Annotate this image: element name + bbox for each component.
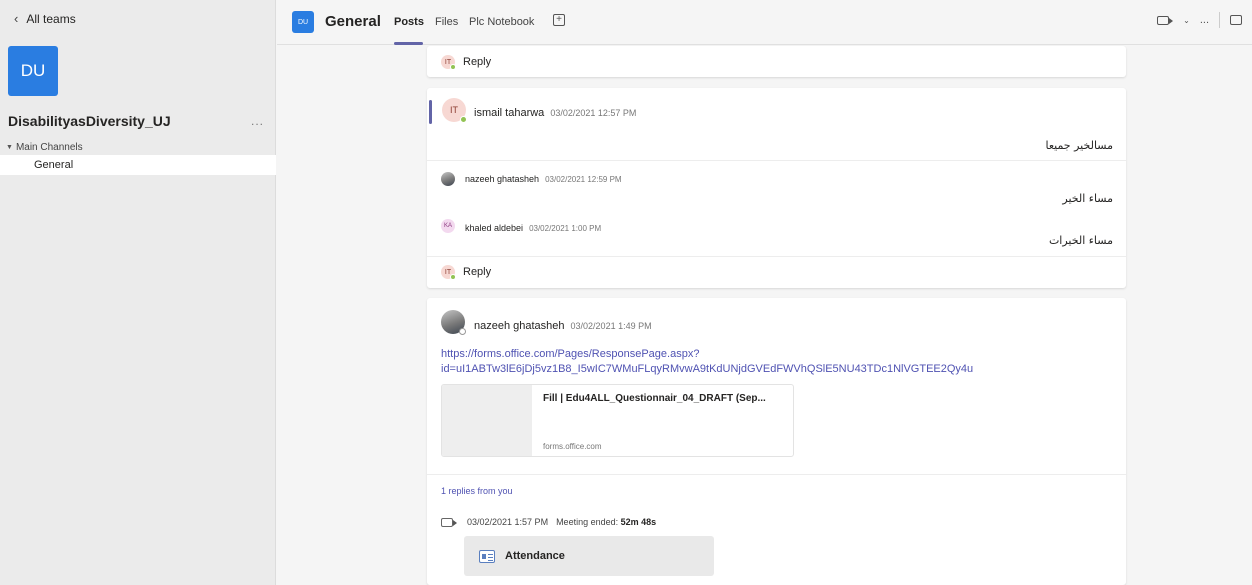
main-channels-label: Main Channels [15,142,83,153]
avatar: IT [441,55,456,70]
message-thread: nazeeh ghatasheh 03/02/2021 1:49 PM https… [427,298,1126,585]
tab-posts[interactable]: Posts [394,16,424,28]
author-name[interactable]: nazeeh ghatasheh [474,320,565,332]
message-text: مساء الخيرات [1048,234,1113,247]
unread-indicator [429,100,432,124]
reply-label: Reply [463,266,492,278]
presence-icon [450,64,456,70]
message-text: مساء الخير [1062,192,1113,205]
replies-link[interactable]: 1 replies from you [441,486,513,496]
chevron-left-icon: ‹ [14,11,19,26]
author-name[interactable]: khaled aldebei [465,223,523,233]
avatar[interactable]: KA [441,219,455,233]
side-panel-icon[interactable] [1230,15,1242,25]
divider [427,256,1126,257]
avatar: IT [441,265,456,280]
reply-button[interactable]: IT Reply [441,55,492,70]
chevron-down-icon[interactable]: ⌄ [1183,16,1190,25]
timestamp: 03/02/2021 12:57 PM [550,108,637,118]
main-channels-toggle[interactable]: ▼ Main Channels [6,142,83,153]
meeting-prefix: Meeting ended: [556,517,619,527]
avatar-initials: IT [450,105,458,115]
message-thread: IT ismail taharwa 03/02/2021 12:57 PM مسا… [427,88,1126,288]
link-preview-card[interactable]: Fill | Edu4ALL_Questionnair_04_DRAFT (Se… [441,384,794,457]
timestamp: 03/02/2021 1:49 PM [570,321,652,331]
message-text: مسالخير جميعا [1045,139,1113,152]
preview-title: Fill | Edu4ALL_Questionnair_04_DRAFT (Se… [543,393,766,404]
header-actions: ⌄ ... [1157,12,1242,28]
timestamp: 03/02/2021 12:59 PM [545,175,622,184]
divider [427,160,1126,161]
preview-thumbnail [442,385,532,456]
add-tab-icon[interactable]: + [553,14,565,26]
divider [427,474,1126,475]
avatar-initials: KA [443,223,452,229]
tab-plc-notebook[interactable]: Plc Notebook [469,16,534,28]
reply-label: Reply [463,56,492,68]
attendance-button[interactable]: Attendance [464,536,714,576]
presence-icon [450,274,456,280]
link-line: id=uI1ABTw3lE6jDj5vz1B8_I5wIC7WMuFLqyRMv… [441,363,974,375]
reply-button[interactable]: IT Reply [441,265,492,280]
presence-icon [459,328,466,335]
tab-files[interactable]: Files [435,16,458,28]
team-more-options-icon[interactable]: ... [251,114,264,128]
author-name[interactable]: nazeeh ghatasheh [465,174,539,184]
presence-icon [460,116,467,123]
avatar[interactable] [441,172,455,186]
avatar[interactable]: IT [442,98,467,123]
channel-avatar: DU [292,11,314,33]
form-link[interactable]: https://forms.office.com/Pages/ResponseP… [441,347,973,377]
meeting-duration: 52m 48s [620,517,657,527]
all-teams-link[interactable]: ‹ All teams [14,11,76,26]
message-meta: nazeeh ghatasheh 03/02/2021 1:49 PM [474,318,652,332]
meeting-time: 03/02/2021 1:57 PM [467,517,549,527]
channel-label: General [34,159,74,171]
message-meta: ismail taharwa 03/02/2021 12:57 PM [474,105,636,119]
avatar[interactable] [441,310,466,335]
attendance-label: Attendance [505,550,565,562]
meeting-info: 03/02/2021 1:57 PM Meeting ended: 52m 48… [441,517,656,527]
sidebar: ‹ All teams DU DisabilityasDiversity_UJ … [0,0,276,585]
channel-title: General [325,13,381,30]
message-meta: nazeeh ghatasheh 03/02/2021 12:59 PM [465,174,622,184]
divider [1219,12,1220,28]
meeting-status: Meeting ended: 52m 48s [556,517,656,527]
channel-item-general[interactable]: General [0,155,276,175]
message-meta: khaled aldebei 03/02/2021 1:00 PM [465,220,601,234]
timestamp: 03/02/2021 1:00 PM [529,224,602,233]
video-icon [441,517,457,527]
author-name[interactable]: ismail taharwa [474,107,544,119]
preview-domain: forms.office.com [543,442,602,451]
video-call-icon[interactable] [1157,15,1174,25]
channel-header: DU General Posts Files Plc Notebook + ⌄ … [277,0,1252,45]
link-line: https://forms.office.com/Pages/ResponseP… [441,348,700,360]
caret-down-icon: ▼ [6,144,13,151]
attendance-file-icon [479,549,495,563]
all-teams-label: All teams [26,11,76,26]
message-thread: IT Reply [427,46,1126,77]
more-options-icon[interactable]: ... [1200,14,1209,26]
active-tab-indicator [394,42,423,45]
team-name: DisabilityasDiversity_UJ [8,113,171,129]
team-avatar: DU [8,46,58,96]
